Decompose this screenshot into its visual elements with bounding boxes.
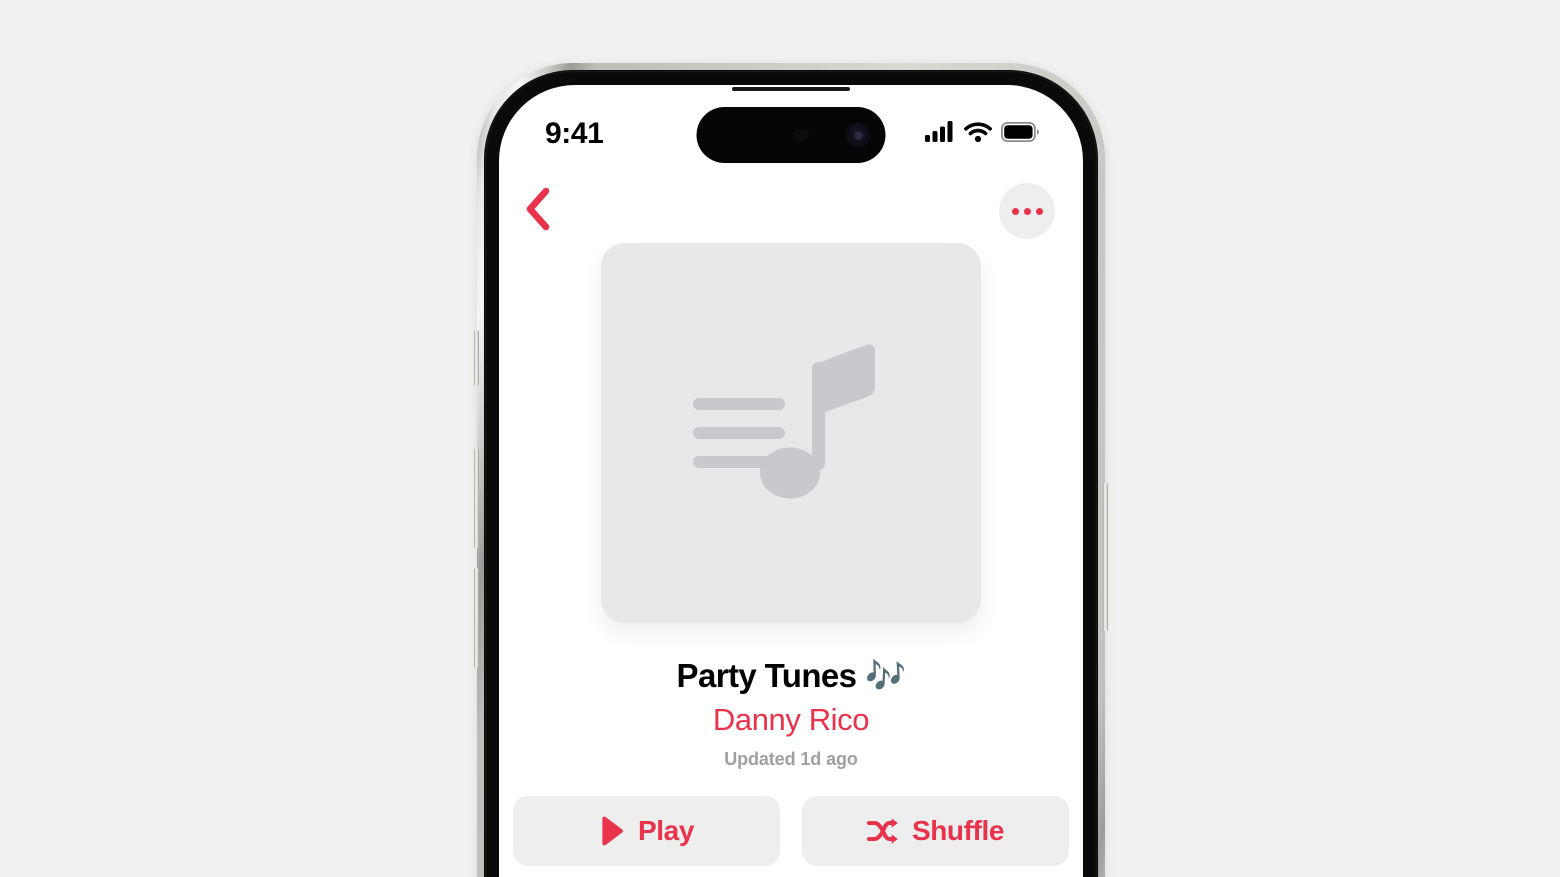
proximity-sensor bbox=[792, 129, 809, 141]
ellipsis-icon-dot-2 bbox=[1023, 207, 1031, 215]
front-camera-lens bbox=[845, 122, 871, 148]
play-button-label: Play bbox=[638, 814, 694, 846]
signal-bars-icon bbox=[925, 121, 955, 147]
shuffle-button-label: Shuffle bbox=[911, 814, 1005, 846]
ellipsis-icon-dot-1 bbox=[1011, 207, 1019, 215]
status-bar-icons bbox=[925, 121, 1039, 147]
device-bezel: 9:41 Party Tunes 🎶 Danny Rico Updated 1d… bbox=[484, 70, 1098, 877]
power-button-hardware[interactable] bbox=[1103, 483, 1108, 631]
action-button-hardware[interactable] bbox=[474, 330, 479, 386]
play-triangle-icon bbox=[599, 816, 625, 846]
status-bar-time: 9:41 bbox=[545, 117, 604, 150]
volume-up-button-hardware[interactable] bbox=[474, 448, 479, 548]
playlist-artwork-placeholder[interactable] bbox=[601, 243, 981, 623]
play-button[interactable]: Play bbox=[513, 795, 780, 866]
wifi-icon bbox=[964, 121, 992, 147]
shuffle-button[interactable]: Shuffle bbox=[802, 795, 1069, 866]
dynamic-island[interactable] bbox=[696, 107, 886, 163]
iphone-device-frame: 9:41 Party Tunes 🎶 Danny Rico Updated 1d… bbox=[474, 63, 1108, 877]
battery-full-icon bbox=[1000, 121, 1039, 147]
playlist-detail-content: Party Tunes 🎶 Danny Rico Updated 1d ago bbox=[499, 243, 1083, 877]
playback-actions: Play Shuffle bbox=[499, 795, 1083, 866]
shuffle-arrows-icon bbox=[866, 817, 899, 845]
ellipsis-icon-dot-3 bbox=[1035, 207, 1043, 215]
playlist-updated-timestamp: Updated 1d ago bbox=[724, 748, 858, 769]
more-options-button[interactable] bbox=[999, 183, 1055, 239]
playlist-metadata: Party Tunes 🎶 Danny Rico Updated 1d ago bbox=[499, 657, 1083, 770]
playlist-artist-link[interactable]: Danny Rico bbox=[523, 702, 1059, 738]
back-button[interactable] bbox=[507, 181, 567, 241]
device-screen: 9:41 Party Tunes 🎶 Danny Rico Updated 1d… bbox=[499, 85, 1083, 877]
chevron-left-icon bbox=[522, 187, 552, 236]
playlist-music-note-icon bbox=[691, 336, 891, 531]
screenshot-canvas: 9:41 Party Tunes 🎶 Danny Rico Updated 1d… bbox=[0, 0, 1560, 877]
volume-down-button-hardware[interactable] bbox=[474, 568, 479, 668]
playlist-title: Party Tunes 🎶 bbox=[676, 657, 907, 694]
navigation-bar bbox=[499, 171, 1083, 251]
